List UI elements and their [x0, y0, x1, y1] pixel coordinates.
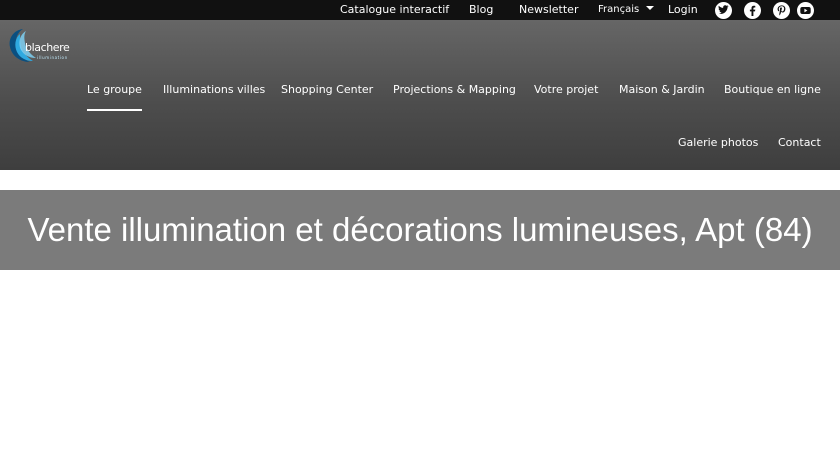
nav-item-shopping-center[interactable]: Shopping Center — [281, 83, 373, 97]
blachere-logo[interactable]: blachere illumination — [6, 25, 78, 67]
main-header: blachere illumination Le groupe Illumina… — [0, 20, 840, 170]
language-selector[interactable]: Français — [598, 3, 655, 17]
nav-item-votre-projet[interactable]: Votre projet — [534, 83, 598, 97]
nav-item-contact[interactable]: Contact — [778, 136, 821, 150]
caret-down-icon — [646, 6, 655, 10]
nav-item-illuminations-villes[interactable]: Illuminations villes — [163, 83, 265, 97]
language-label: Français — [598, 4, 640, 15]
nav-item-maison-jardin[interactable]: Maison & Jardin — [619, 83, 705, 97]
nav-item-projections-mapping[interactable]: Projections & Mapping — [393, 83, 516, 97]
login-link[interactable]: Login — [668, 3, 698, 17]
facebook-icon[interactable] — [744, 2, 761, 19]
newsletter-link[interactable]: Newsletter — [519, 3, 578, 17]
nav-item-galerie-photos[interactable]: Galerie photos — [678, 136, 758, 150]
youtube-icon[interactable] — [797, 2, 814, 19]
pinterest-icon[interactable] — [773, 2, 790, 19]
logo-wordmark: blachere — [25, 41, 70, 54]
nav-item-boutique-en-ligne[interactable]: Boutique en ligne — [724, 83, 821, 97]
twitter-icon[interactable] — [715, 2, 732, 19]
top-utility-bar: Catalogue interactif Blog Newsletter Fra… — [0, 0, 840, 20]
catalogue-link[interactable]: Catalogue interactif — [340, 3, 449, 17]
nav-item-le-groupe[interactable]: Le groupe — [87, 83, 142, 111]
blog-link[interactable]: Blog — [469, 3, 493, 17]
logo-tagline: illumination — [37, 55, 68, 60]
title-banner: Vente illumination et décorations lumine… — [0, 190, 840, 270]
page-title: Vente illumination et décorations lumine… — [27, 211, 813, 248]
